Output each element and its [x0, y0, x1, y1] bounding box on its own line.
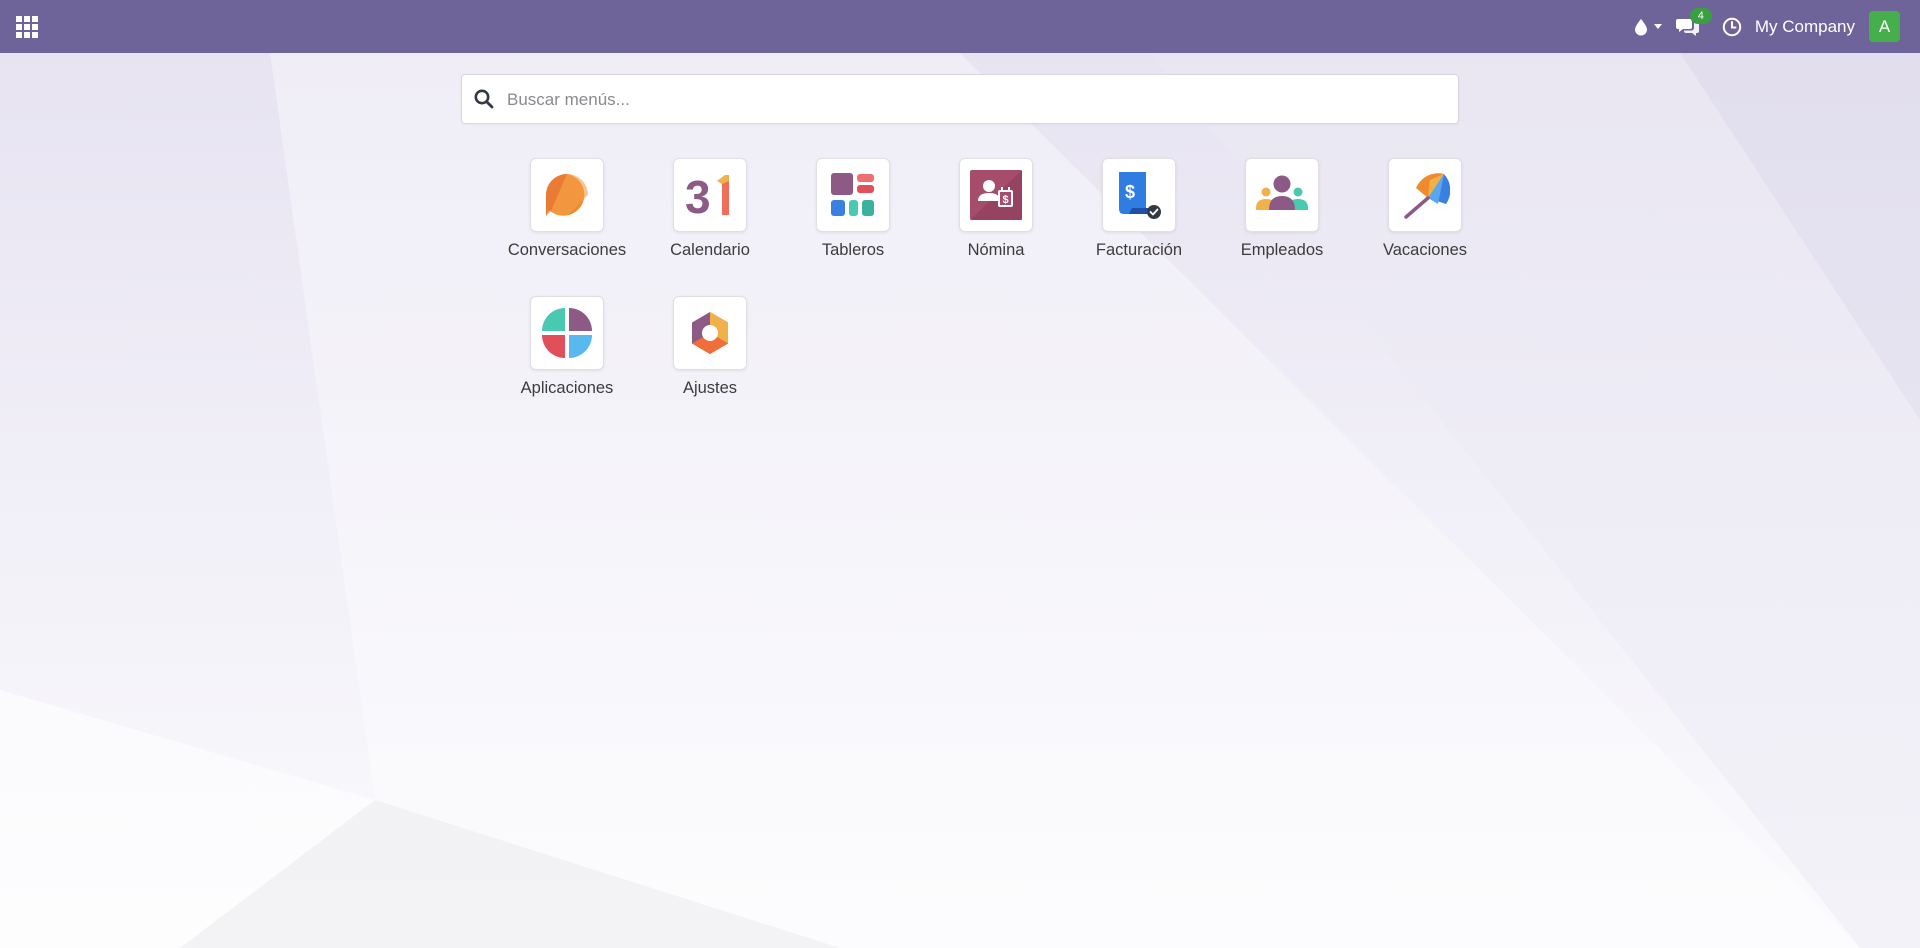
top-navbar: 4 My Company A [0, 0, 1920, 53]
app-label: Tableros [821, 241, 885, 259]
app-label: Facturación [1095, 241, 1183, 259]
app-label: Ajustes [682, 379, 738, 397]
grid-icon [16, 16, 38, 38]
apps-icon [542, 308, 592, 358]
search-input[interactable] [507, 85, 1437, 115]
app-tile[interactable]: 3 [673, 158, 747, 232]
droplet-icon [1634, 18, 1647, 35]
app-tile[interactable] [1388, 158, 1462, 232]
messages-button[interactable]: 4 [1675, 7, 1712, 37]
clock-icon [1722, 17, 1742, 36]
app-tile[interactable]: $ [959, 158, 1033, 232]
app-label: Conversaciones [507, 241, 627, 259]
app-tableros[interactable]: Tableros [776, 158, 916, 278]
settings-icon [692, 312, 728, 354]
calendar-icon: 3 [685, 171, 729, 219]
app-calendario[interactable]: 3 Calendario [633, 158, 773, 278]
messages-count-badge: 4 [1689, 7, 1712, 24]
dashboards-icon [831, 173, 874, 216]
app-aplicaciones[interactable]: Aplicaciones [490, 296, 630, 416]
app-tile[interactable] [673, 296, 747, 370]
app-menu-toggle[interactable] [12, 13, 42, 41]
app-nomina[interactable]: $ Nómina [919, 158, 1059, 278]
app-tile[interactable] [530, 296, 604, 370]
svg-text:$: $ [1003, 194, 1009, 206]
app-tile[interactable]: $ [1102, 158, 1176, 232]
app-vacaciones[interactable]: Vacaciones [1348, 158, 1488, 278]
app-label: Empleados [1240, 241, 1324, 259]
app-label: Calendario [670, 241, 750, 259]
app-conversaciones[interactable]: Conversaciones [490, 158, 630, 278]
svg-text:3: 3 [685, 171, 711, 219]
background-decoration [0, 0, 1920, 948]
app-tile[interactable] [530, 158, 604, 232]
activity-dropdown[interactable] [1634, 18, 1662, 36]
app-facturacion[interactable]: $ Facturación [1062, 158, 1202, 278]
app-tile[interactable] [816, 158, 890, 232]
app-label: Nómina [967, 241, 1025, 259]
activities-button[interactable] [1722, 17, 1742, 37]
app-ajustes[interactable]: Ajustes [633, 296, 773, 416]
employees-icon [1256, 175, 1308, 210]
time-off-icon [1404, 173, 1450, 219]
app-label: Aplicaciones [520, 379, 614, 397]
app-label: Vacaciones [1382, 241, 1468, 259]
payroll-icon: $ [970, 170, 1022, 220]
search-icon [474, 89, 494, 109]
app-empleados[interactable]: Empleados [1205, 158, 1345, 278]
app-tile[interactable] [1245, 158, 1319, 232]
svg-text:$: $ [1125, 182, 1135, 202]
menu-search-bar[interactable] [461, 74, 1459, 124]
chevron-down-icon [1653, 24, 1662, 29]
discuss-icon [546, 174, 588, 216]
company-switcher[interactable]: My Company [1755, 17, 1855, 37]
user-avatar[interactable]: A [1869, 11, 1900, 42]
invoicing-icon: $ [1119, 172, 1161, 219]
